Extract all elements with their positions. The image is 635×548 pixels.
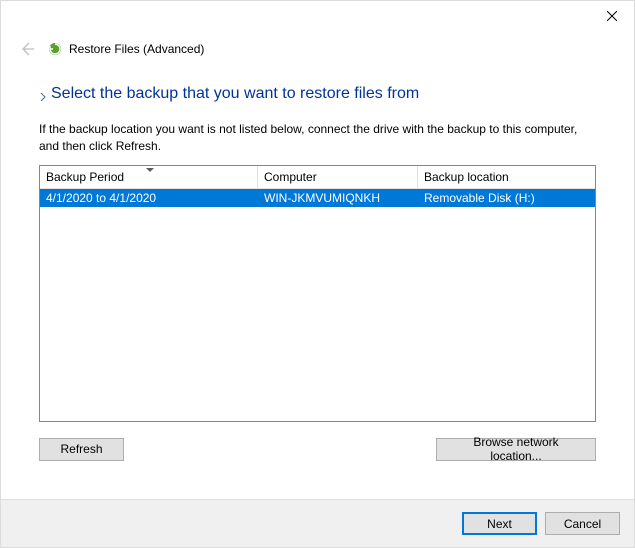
window-title: Restore Files (Advanced) bbox=[69, 42, 204, 56]
next-button[interactable]: Next bbox=[462, 512, 537, 535]
close-icon bbox=[607, 11, 617, 21]
page-heading: Select the backup that you want to resto… bbox=[51, 85, 419, 103]
refresh-button[interactable]: Refresh bbox=[39, 438, 124, 461]
cell-computer: WIN-JKMVUMIQNKH bbox=[258, 191, 418, 205]
instruction-text: If the backup location you want is not l… bbox=[39, 121, 596, 155]
column-header-location[interactable]: Backup location bbox=[418, 166, 595, 188]
close-button[interactable] bbox=[589, 1, 634, 31]
column-header-period[interactable]: Backup Period bbox=[40, 166, 258, 188]
cancel-button[interactable]: Cancel bbox=[545, 512, 620, 535]
cell-period: 4/1/2020 to 4/1/2020 bbox=[40, 191, 258, 205]
heading-chevron-icon bbox=[39, 90, 47, 98]
column-header-computer[interactable]: Computer bbox=[258, 166, 418, 188]
cell-location: Removable Disk (H:) bbox=[418, 191, 595, 205]
table-row[interactable]: 4/1/2020 to 4/1/2020WIN-JKMVUMIQNKHRemov… bbox=[40, 189, 595, 207]
browse-network-button[interactable]: Browse network location... bbox=[436, 438, 596, 461]
wizard-header: Restore Files (Advanced) bbox=[1, 33, 634, 65]
restore-files-icon bbox=[47, 41, 63, 57]
backup-list[interactable]: Backup Period Computer Backup location 4… bbox=[39, 165, 596, 422]
sort-descending-icon bbox=[146, 168, 154, 172]
back-button[interactable] bbox=[17, 39, 37, 59]
titlebar bbox=[1, 1, 634, 33]
list-body: 4/1/2020 to 4/1/2020WIN-JKMVUMIQNKHRemov… bbox=[40, 189, 595, 421]
back-arrow-icon bbox=[19, 41, 35, 57]
wizard-footer: Next Cancel bbox=[1, 499, 634, 547]
list-header: Backup Period Computer Backup location bbox=[40, 166, 595, 189]
